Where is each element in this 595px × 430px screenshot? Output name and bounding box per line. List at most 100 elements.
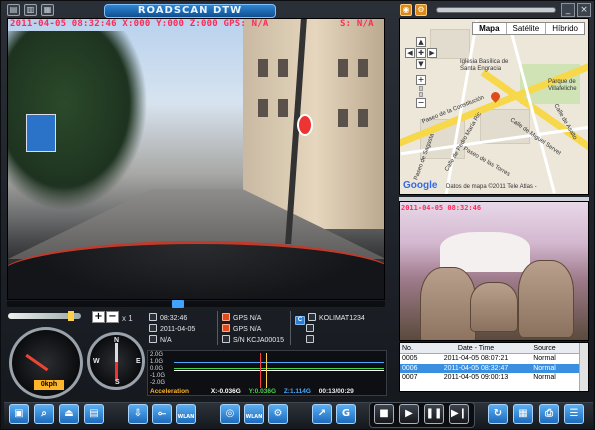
info-sn: S/N KCJA00015 (222, 335, 284, 344)
print-icon[interactable]: ▥ (24, 4, 37, 16)
cabin-camera-view[interactable]: 2011-04-05 08:32:46 (399, 201, 589, 341)
pan-left-icon[interactable]: ◀ (405, 48, 415, 58)
usb-icon[interactable]: ⟜ (152, 404, 172, 424)
eject-icon[interactable]: ⏏ (59, 404, 79, 424)
settings-icon[interactable]: ⚙ (415, 4, 427, 16)
compass: N E S W (87, 332, 145, 390)
map-road (507, 21, 556, 194)
wifi-icon[interactable]: ◎ (220, 404, 240, 424)
graph-label: -2.0G (150, 380, 166, 386)
gps-icon (222, 324, 230, 332)
cell-datetime: 2011-04-05 09:00:13 (443, 374, 509, 381)
folder-icon[interactable]: ▤ (7, 4, 20, 16)
graph-line-y (174, 368, 384, 369)
cabin-osd: 2011-04-05 08:32:46 (401, 204, 482, 212)
scene-window (358, 109, 368, 127)
acceleration-graph: 2.0G 1.0G 0.0G -1.0G -2.0G Acceleration … (147, 350, 387, 396)
scene-seat (420, 267, 476, 340)
cell-source: Normal (533, 364, 556, 372)
cell-no: 0006 (402, 364, 418, 372)
gps-icon (222, 313, 230, 321)
car-icon (308, 313, 316, 321)
info-date-value: 2011-04-05 (160, 326, 196, 333)
graph-time: 00:13/00:29 (318, 388, 354, 395)
pan-right-icon[interactable]: ▶ (427, 48, 437, 58)
refresh-icon[interactable]: ↻ (488, 404, 508, 424)
right-top-icons: ◉ ⚙ (400, 4, 427, 16)
graph-cursor[interactable] (266, 353, 267, 388)
tab-satelite[interactable]: Satélite (507, 23, 547, 34)
col-no[interactable]: No. (400, 343, 435, 353)
cell-datetime: 2011-04-05 08:32:47 (443, 364, 509, 372)
pause-icon[interactable]: ❚❚ (424, 404, 444, 424)
google-logo: Google (403, 180, 437, 191)
col-datetime[interactable]: Date - Time (435, 343, 517, 353)
graph-footer: Acceleration X:-0.036G Y:0.036G Z:1.114G… (150, 388, 386, 395)
table-row[interactable]: 0007 2011-04-05 09:00:13 Normal (400, 373, 588, 383)
wlan-button[interactable]: WLAN (176, 404, 196, 424)
pan-up-icon[interactable]: ▲ (416, 37, 426, 47)
graph-label: 1.0G (150, 359, 164, 365)
trip-info: 08:32:46 2011-04-05 N/A GPS N/A GPS N/A … (147, 311, 387, 347)
close-icon[interactable]: × (577, 3, 591, 17)
minimize-icon[interactable]: _ (561, 3, 575, 17)
zoom-out-button[interactable]: − (416, 98, 426, 108)
event-list-header: No. Date - Time Source (400, 343, 588, 354)
search-icon[interactable]: ⌕ (34, 404, 54, 424)
map-label: Paseo de las Torres (462, 146, 511, 178)
info-location: N/A (149, 335, 172, 344)
settings-icon[interactable]: ⚙ (268, 404, 288, 424)
next-icon[interactable]: ▶❙ (449, 404, 469, 424)
table-row-selected[interactable]: 0006 2011-04-05 08:32:47 Normal (400, 363, 588, 373)
volume-slider[interactable] (8, 311, 81, 321)
pan-center-icon[interactable]: ✚ (416, 48, 426, 58)
scene-window (278, 59, 288, 77)
map-label: Santa Engracia (460, 66, 502, 72)
wlan-label: WLAN (177, 414, 195, 420)
download-icon[interactable]: ⇩ (128, 404, 148, 424)
speed-plus-button[interactable]: + (92, 311, 105, 323)
tab-mapa[interactable]: Mapa (473, 23, 507, 34)
graph-cursor[interactable] (260, 353, 261, 388)
top-slider[interactable] (436, 7, 556, 13)
zoom-tick[interactable] (419, 92, 423, 97)
col-source[interactable]: Source (517, 343, 572, 353)
table-row[interactable]: 0005 2011-04-05 08:07:21 Normal (400, 354, 588, 364)
scene-seat (518, 260, 574, 338)
person-icon (306, 324, 314, 332)
wlan-settings-button[interactable]: WLAN (244, 404, 264, 424)
info-gps1-value: GPS N/A (233, 315, 262, 322)
graph-label: 0.0G (150, 366, 164, 372)
print-icon[interactable]: ⎙ (539, 404, 559, 424)
scene-window (258, 99, 268, 117)
zoom-tick[interactable] (419, 86, 423, 91)
camera-icon[interactable]: ▣ (9, 404, 29, 424)
seek-handle[interactable] (172, 300, 184, 308)
wlan-label: WLAN (245, 414, 263, 420)
info-divider (217, 311, 218, 345)
scene-blue-sign (26, 114, 56, 152)
stop-icon[interactable]: ■ (374, 404, 394, 424)
grid-icon[interactable]: ▦ (513, 404, 533, 424)
volume-handle[interactable] (68, 311, 74, 321)
list-icon[interactable]: ☰ (564, 404, 584, 424)
pan-down-icon[interactable]: ▼ (416, 59, 426, 69)
google-icon[interactable]: G (336, 404, 356, 424)
tab-hibrido[interactable]: Híbrido (546, 23, 584, 34)
seek-bar[interactable] (7, 300, 385, 308)
play-icon[interactable]: ▶ (399, 404, 419, 424)
speed-readout: 0kph (34, 380, 64, 390)
info-time: 08:32:46 (149, 313, 187, 322)
event-list-scrollbar[interactable] (579, 343, 588, 391)
speed-minus-button[interactable]: − (106, 311, 119, 323)
graph-label: 2.0G (150, 352, 164, 358)
info-location-value: N/A (160, 337, 172, 344)
keyboard-icon[interactable]: ▤ (84, 404, 104, 424)
front-camera-view[interactable]: 2011-04-05 08:32:46 X:000 Y:000 Z:000 GP… (7, 18, 385, 300)
zoom-in-button[interactable]: + (416, 75, 426, 85)
map-copyright: Datos de mapa ©2011 Tele Atlas - (446, 184, 537, 190)
save-icon[interactable]: ▦ (41, 4, 54, 16)
map-view[interactable]: Mapa Satélite Híbrido ▲ ◀ ✚ ▶ ▼ + − Igle… (399, 18, 589, 195)
chart-icon[interactable]: ↗ (312, 404, 332, 424)
map-icon[interactable]: ◉ (400, 4, 412, 16)
